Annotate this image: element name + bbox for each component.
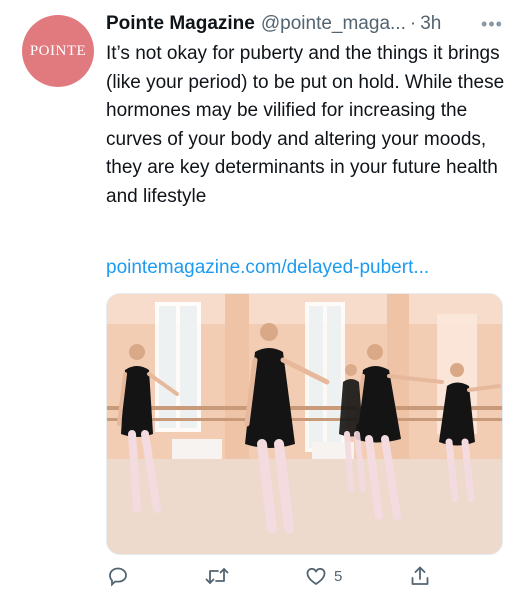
author-handle[interactable]: @pointe_maga... (261, 11, 406, 37)
heart-icon[interactable] (304, 564, 328, 588)
tweet-link[interactable]: pointemagazine.com/delayed-pubert... (106, 255, 429, 281)
reply-icon[interactable] (106, 564, 130, 588)
ballet-class-photo (107, 294, 502, 554)
share-button[interactable] (408, 564, 432, 588)
like-button[interactable]: 5 (304, 564, 342, 588)
reply-button[interactable] (106, 564, 130, 588)
avatar-logo-text: POINTE (29, 42, 87, 59)
retweet-button[interactable] (204, 564, 230, 588)
tweet-image[interactable] (106, 293, 503, 555)
tweet-header: Pointe Magazine @pointe_maga... · 3h ••• (106, 11, 505, 37)
share-icon[interactable] (408, 564, 432, 588)
author-name[interactable]: Pointe Magazine (106, 11, 255, 37)
author-avatar[interactable]: POINTE (22, 15, 94, 87)
more-horizontal-icon[interactable]: ••• (479, 11, 505, 37)
separator-dot: · (409, 13, 417, 34)
tweet-timestamp[interactable]: 3h (420, 11, 441, 37)
like-count: 5 (334, 567, 343, 585)
tweet-text: It’s not okay for puberty and the things… (106, 43, 505, 207)
tweet-actions-bar: 5 (106, 564, 446, 596)
retweet-icon[interactable] (204, 564, 230, 588)
